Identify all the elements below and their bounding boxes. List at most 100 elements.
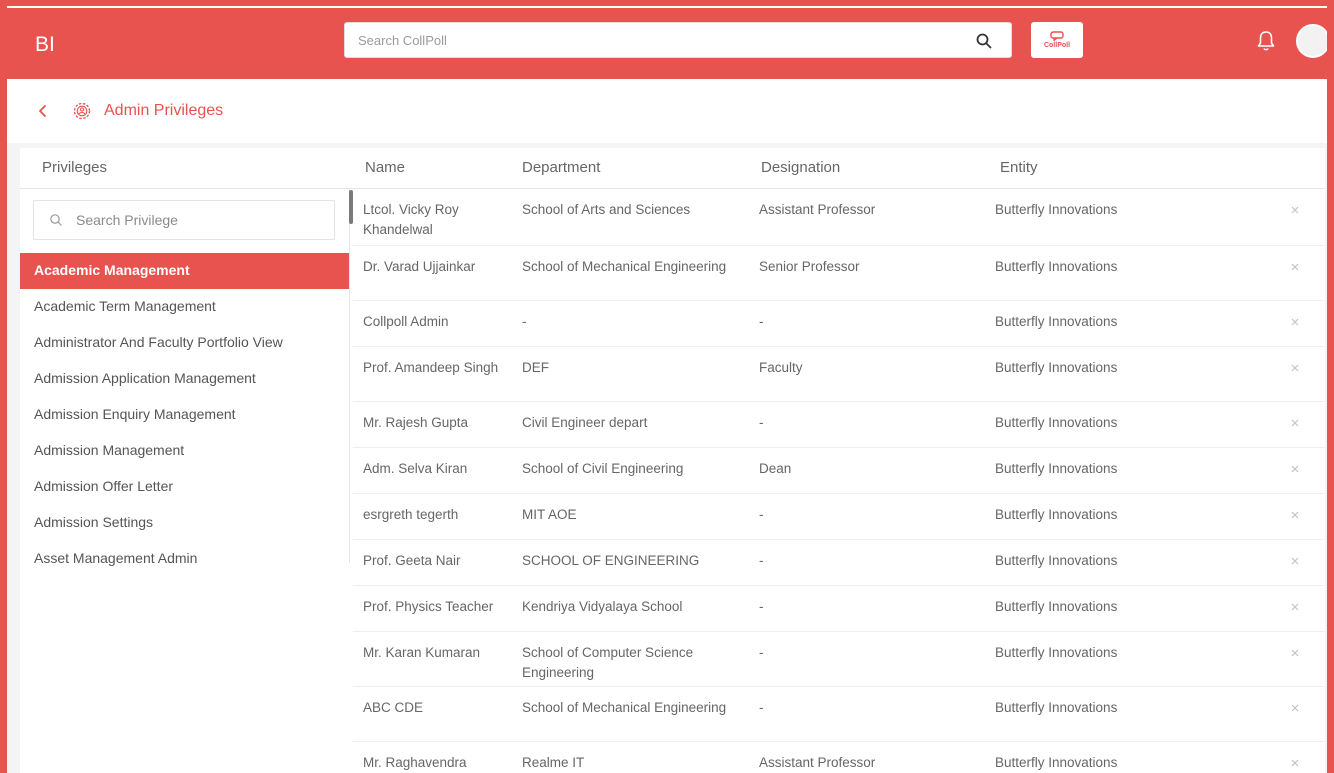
remove-icon[interactable] [1290, 602, 1300, 612]
header-name: Name [365, 159, 406, 176]
privilege-item[interactable]: Asset Management Admin [20, 541, 349, 577]
cell-department: MIT AOE [522, 507, 577, 522]
global-search[interactable] [344, 22, 1012, 58]
cell-name: Prof. Geeta Nair [363, 553, 461, 568]
cell-name: Ltcol. Vicky Roy Khandelwal [363, 202, 459, 237]
cell-name: ABC CDE [363, 700, 424, 715]
cell-name: Collpoll Admin [363, 314, 449, 329]
cell-department: - [522, 314, 527, 329]
cell-designation: - [759, 507, 764, 522]
table-row: Prof. Geeta Nair SCHOOL OF ENGINEERING - Bu… [353, 540, 1325, 586]
table-row: Mr. Rajesh Gupta Civil Engineer depart - Bu… [353, 402, 1325, 448]
cell-entity: Butterfly Innovations [995, 700, 1118, 715]
top-bar: BI CollPoll [0, 0, 1334, 79]
search-input[interactable] [345, 23, 945, 57]
cell-department: Realme IT [522, 755, 585, 770]
cell-name: Mr. Karan Kumaran [363, 645, 481, 660]
cell-designation: - [759, 314, 764, 329]
back-icon[interactable] [37, 104, 49, 118]
cell-name: Adm. Selva Kiran [363, 461, 468, 476]
cell-name: Prof. Physics Teacher [363, 599, 494, 614]
top-line [0, 0, 1334, 8]
cell-department: Civil Engineer depart [522, 415, 648, 430]
user-table-body: Ltcol. Vicky Roy Khandelwal School of Art… [353, 189, 1325, 773]
table-row: Prof. Physics Teacher Kendriya Vidyalaya … [353, 586, 1325, 632]
logo-text: CollPoll [1043, 42, 1071, 49]
privileges-panel: Privileges Name Department Designation E… [20, 148, 1325, 773]
cell-department: SCHOOL OF ENGINEERING [522, 553, 700, 568]
header-entity: Entity [1000, 159, 1038, 176]
chat-bubble-icon [1050, 31, 1064, 41]
table-row: Ltcol. Vicky Roy Khandelwal School of Art… [353, 189, 1325, 246]
avatar[interactable] [1296, 24, 1330, 58]
header-department: Department [522, 159, 601, 176]
cell-entity: Butterfly Innovations [995, 415, 1118, 430]
table-row: ABC CDE School of Mechanical Engineering -… [353, 687, 1325, 742]
cell-department: School of Arts and Sciences [522, 202, 691, 217]
cell-entity: Butterfly Innovations [995, 360, 1118, 375]
remove-icon[interactable] [1290, 317, 1300, 327]
remove-icon[interactable] [1290, 703, 1300, 713]
privilege-item[interactable]: Academic Management [20, 253, 349, 289]
table-row: esrgreth tegerth MIT AOE - Butterfly Innova… [353, 494, 1325, 540]
table-row: Mr. Karan Kumaran School of Computer Scie… [353, 632, 1325, 687]
privilege-list: Academic Management Academic Term Managem… [20, 253, 349, 577]
cell-name: Mr. Rajesh Gupta [363, 415, 469, 430]
cell-department: School of Civil Engineering [522, 461, 684, 476]
table-row: Collpoll Admin - - Butterfly Innovations [353, 301, 1325, 347]
table-row: Dr. Varad Ujjainkar School of Mechanical … [353, 246, 1325, 301]
remove-icon[interactable] [1290, 363, 1300, 373]
privilege-item[interactable]: Admission Management [20, 433, 349, 469]
cell-designation: - [759, 700, 764, 715]
cell-designation: Assistant Professor [759, 202, 876, 217]
cell-department: School of Mechanical Engineering [522, 259, 727, 274]
privilege-search-input[interactable] [76, 201, 336, 239]
cell-name: Dr. Varad Ujjainkar [363, 259, 476, 274]
privilege-search[interactable] [33, 200, 336, 240]
cell-name: Mr. Raghavendra [363, 755, 467, 770]
privilege-item[interactable]: Academic Term Management [20, 289, 349, 325]
cell-entity: Butterfly Innovations [995, 599, 1118, 614]
cell-designation: - [759, 599, 764, 614]
cell-designation: - [759, 553, 764, 568]
cell-designation: Faculty [759, 360, 803, 375]
cell-department: School of Computer Science Engineering [522, 645, 694, 680]
table-row: Adm. Selva Kiran School of Civil Engineer… [353, 448, 1325, 494]
brand-title: BI [35, 33, 55, 56]
cell-designation: - [759, 415, 764, 430]
privilege-item[interactable]: Admission Settings [20, 505, 349, 541]
search-icon[interactable] [975, 32, 993, 50]
cell-department: School of Mechanical Engineering [522, 700, 727, 715]
bell-icon[interactable] [1256, 30, 1276, 52]
cell-entity: Butterfly Innovations [995, 314, 1118, 329]
remove-icon[interactable] [1290, 262, 1300, 272]
cell-entity: Butterfly Innovations [995, 507, 1118, 522]
page-header: Admin Privileges [7, 79, 1327, 143]
privilege-item[interactable]: Admission Offer Letter [20, 469, 349, 505]
header-designation: Designation [761, 159, 841, 176]
cell-entity: Butterfly Innovations [995, 259, 1118, 274]
remove-icon[interactable] [1290, 510, 1300, 520]
cell-designation: - [759, 645, 764, 660]
cell-designation: Senior Professor [759, 259, 860, 274]
cell-department: DEF [522, 360, 549, 375]
remove-icon[interactable] [1290, 418, 1300, 428]
cell-name: Prof. Amandeep Singh [363, 360, 499, 375]
remove-icon[interactable] [1290, 205, 1300, 215]
cell-entity: Butterfly Innovations [995, 553, 1118, 568]
cell-entity: Butterfly Innovations [995, 645, 1118, 660]
remove-icon[interactable] [1290, 464, 1300, 474]
privilege-item[interactable]: Administrator And Faculty Portfolio View [20, 325, 349, 361]
privilege-item[interactable]: Admission Application Management [20, 361, 349, 397]
cell-name: esrgreth tegerth [363, 507, 459, 522]
collpoll-logo[interactable]: CollPoll [1031, 22, 1083, 58]
privilege-item[interactable]: Admission Enquiry Management [20, 397, 349, 433]
remove-icon[interactable] [1290, 556, 1300, 566]
table-header: Privileges Name Department Designation E… [20, 148, 1325, 189]
cell-department: Kendriya Vidyalaya School [522, 599, 683, 614]
cell-entity: Butterfly Innovations [995, 755, 1118, 770]
search-icon [50, 214, 62, 226]
remove-icon[interactable] [1290, 648, 1300, 658]
table-row: Prof. Amandeep Singh DEF Faculty Butterfly … [353, 347, 1325, 402]
remove-icon[interactable] [1290, 758, 1300, 768]
